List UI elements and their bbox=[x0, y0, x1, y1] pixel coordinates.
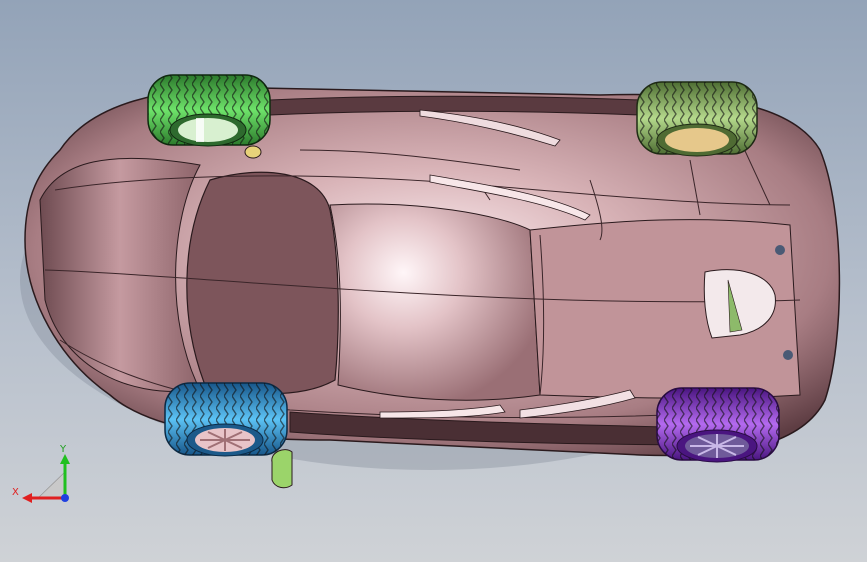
windshield bbox=[186, 171, 339, 395]
wheel-front-left[interactable] bbox=[147, 74, 271, 147]
wheel-front-right[interactable] bbox=[164, 382, 288, 457]
3d-viewport[interactable]: Y X bbox=[0, 0, 867, 562]
coordinate-triad: Y X bbox=[12, 444, 70, 503]
triad-z-axis bbox=[61, 494, 69, 502]
triad-x-arrow bbox=[22, 493, 32, 503]
triad-x-label: X bbox=[12, 487, 19, 498]
mirror-right[interactable] bbox=[271, 449, 293, 489]
rear-vent-dot bbox=[775, 245, 785, 255]
mirror-left bbox=[244, 145, 262, 159]
triad-y-label: Y bbox=[59, 444, 67, 455]
rear-vent-dot bbox=[783, 350, 793, 360]
wheel-rear-right[interactable] bbox=[656, 387, 780, 463]
roof bbox=[329, 203, 541, 401]
triad-plane bbox=[37, 471, 66, 499]
car-model[interactable] bbox=[0, 0, 867, 562]
triad-y-arrow bbox=[60, 454, 70, 464]
wheel-rear-left[interactable] bbox=[636, 81, 758, 157]
